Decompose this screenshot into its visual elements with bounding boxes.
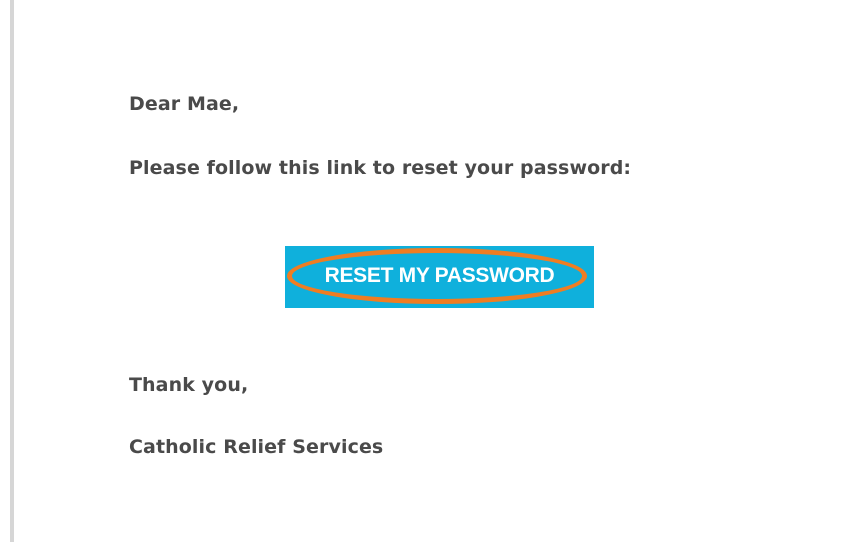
reset-password-button[interactable]: RESET MY PASSWORD	[285, 246, 594, 308]
greeting-text: Dear Mae,	[129, 93, 240, 115]
instruction-text: Please follow this link to reset your pa…	[129, 157, 632, 179]
email-left-border	[10, 0, 14, 542]
closing-text: Thank you,	[129, 374, 249, 396]
signature-text: Catholic Relief Services	[129, 436, 384, 458]
email-body: Dear Mae, Please follow this link to res…	[129, 0, 809, 542]
reset-button-container: RESET MY PASSWORD	[285, 246, 594, 308]
